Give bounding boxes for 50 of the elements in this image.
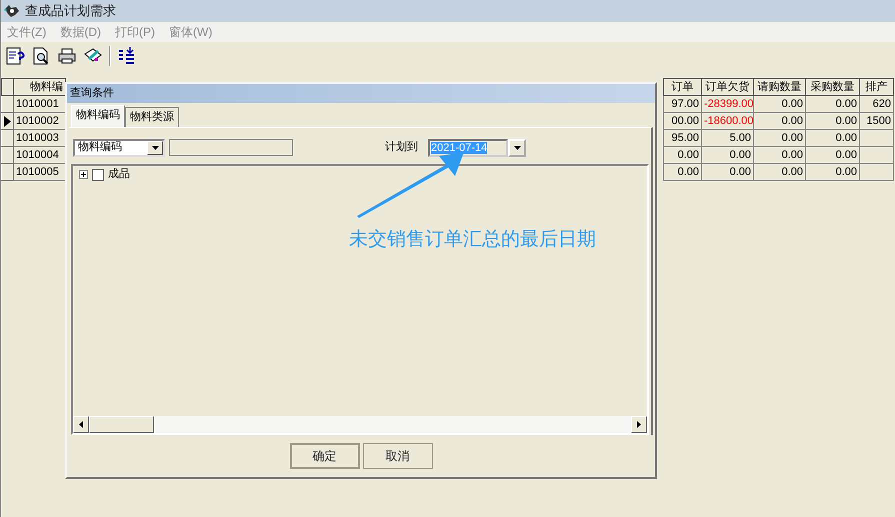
column-header: 订单欠货 (702, 78, 754, 96)
window-title: 查成品计划需求 (25, 2, 116, 20)
dialog-title: 查询条件 (67, 84, 655, 103)
table-cell: 0.00 (806, 112, 860, 130)
table-cell: 0.00 (806, 130, 860, 146)
right-arrow-icon[interactable] (637, 421, 641, 428)
table-cell: 0.00 (702, 146, 754, 164)
expand-icon[interactable] (79, 170, 88, 179)
query-icon[interactable] (5, 46, 25, 66)
caret-icon (152, 146, 158, 150)
column-header: 采购数量 (806, 78, 860, 96)
column-header: 物料编 (14, 78, 66, 96)
annotation-text: 未交销售订单汇总的最后日期 (349, 228, 596, 252)
table-cell: 0.00 (806, 164, 860, 180)
tab[interactable]: 物料编码 (71, 105, 125, 126)
table-cell: 5.00 (702, 130, 754, 146)
table-cell: 0.00 (754, 112, 806, 130)
table-cell: 0.00 (806, 96, 860, 112)
table-cell: 0.00 (702, 164, 754, 180)
tab[interactable]: 物料类源 (125, 107, 179, 126)
table-cell: 95.00 (664, 130, 702, 146)
tree-item[interactable]: 成品 (108, 166, 130, 183)
caret-icon (514, 146, 520, 150)
checkbox[interactable] (92, 168, 104, 180)
dialog-button[interactable]: 确定 (290, 443, 360, 469)
table-cell: 0.00 (754, 146, 806, 164)
table-cell: 97.00 (664, 96, 702, 112)
magnifier-page-icon[interactable] (31, 46, 51, 66)
table-cell: 1500 (860, 112, 894, 130)
printer-icon[interactable] (57, 46, 77, 66)
list-arrow-icon[interactable] (117, 46, 137, 66)
table-cell: 0.00 (754, 164, 806, 180)
table-cell: 0.00 (754, 130, 806, 146)
column-header: 请购数量 (754, 78, 806, 96)
field-label: 计划到 (385, 140, 418, 156)
table-cell: 0.00 (806, 146, 860, 164)
table-cell: 620 (860, 96, 894, 112)
table-cell: 0.00 (754, 96, 806, 112)
horizontal-scrollbar[interactable] (73, 416, 647, 433)
scroll-thumb[interactable] (89, 416, 154, 433)
dropdown-button[interactable] (508, 138, 526, 156)
column-header: 排产 (860, 78, 894, 96)
table-cell: 0.00 (664, 164, 702, 180)
field-dropdown[interactable]: 物料编码 (73, 138, 165, 156)
left-arrow-icon[interactable] (79, 421, 83, 428)
dialog-button[interactable]: 取消 (362, 443, 432, 469)
table-cell: 00.00 (664, 112, 702, 130)
table-cell: 0.00 (664, 146, 702, 164)
input-field[interactable] (169, 139, 293, 156)
column-header: 订单 (664, 78, 702, 96)
